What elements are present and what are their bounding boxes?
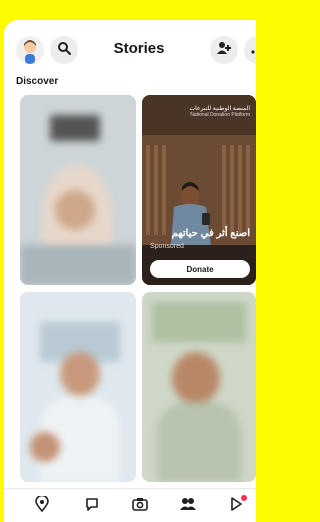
nav-camera[interactable] bbox=[131, 497, 149, 515]
donate-button[interactable]: Donate bbox=[150, 260, 250, 278]
donation-platform-badge: المنصة الوطنية للتبرعات National Donatio… bbox=[189, 106, 250, 118]
bottom-nav bbox=[4, 488, 256, 522]
discover-tile[interactable] bbox=[142, 292, 256, 482]
discover-tile[interactable] bbox=[20, 292, 136, 482]
nav-stories[interactable] bbox=[179, 497, 197, 515]
sponsored-label: Sponsored bbox=[150, 243, 184, 250]
camera-icon bbox=[132, 497, 148, 516]
add-friend-button[interactable] bbox=[210, 36, 238, 64]
nav-map[interactable] bbox=[33, 494, 51, 517]
map-icon bbox=[35, 494, 49, 517]
featured-story-tile[interactable]: المنصة الوطنية للتبرعات National Donatio… bbox=[142, 95, 256, 285]
add-friend-icon bbox=[216, 41, 232, 60]
header: Stories bbox=[4, 20, 256, 76]
featured-story-image bbox=[142, 95, 256, 285]
notification-dot bbox=[241, 495, 247, 501]
discover-tile[interactable] bbox=[20, 95, 136, 285]
nav-chat[interactable] bbox=[83, 497, 101, 515]
stories-icon bbox=[179, 497, 197, 516]
featured-story-title: اصنع أثر في حياتهم bbox=[171, 228, 250, 239]
nav-spotlight[interactable] bbox=[227, 495, 247, 515]
chat-icon bbox=[85, 497, 99, 516]
discover-label: Discover bbox=[16, 76, 59, 87]
more-icon bbox=[251, 41, 256, 59]
stories-screen: Stories Discover المنصة الوطنية للتبرعات… bbox=[4, 20, 256, 522]
